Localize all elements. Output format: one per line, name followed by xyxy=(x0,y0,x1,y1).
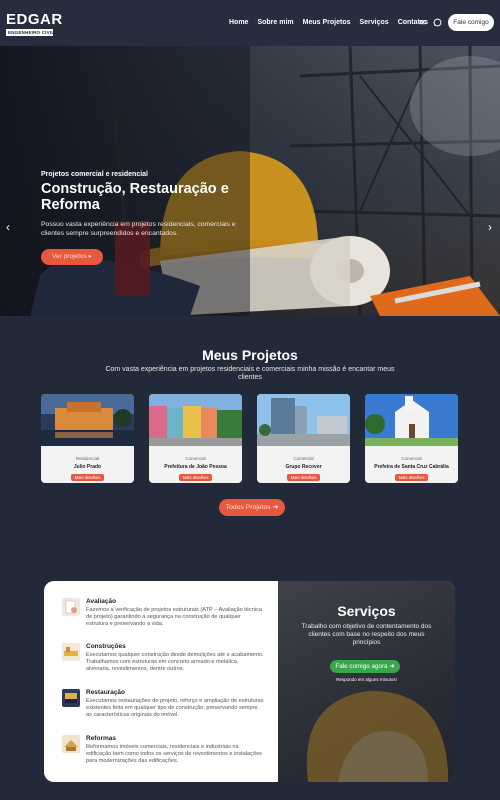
evaluation-icon xyxy=(62,598,80,616)
project-card[interactable]: Residencial Julio Prado Mais detalhes xyxy=(41,394,134,483)
services-description: Trabalho com objetivo de contentamento d… xyxy=(301,623,432,646)
service-description: Fazemos a verificação de projetos estrut… xyxy=(86,607,262,627)
all-projects-button[interactable]: Todos Projetos ➜ xyxy=(219,499,285,516)
main-menu: Home Sobre mim Meus Projetos Serviços Co… xyxy=(229,19,428,26)
restoration-icon xyxy=(62,689,80,707)
project-image xyxy=(257,394,350,446)
hero-title: Construção, Restauração e Reforma xyxy=(41,181,229,213)
project-card[interactable]: Comercial Prefeira de Santa Cruz Cabráli… xyxy=(365,394,458,483)
project-category: Residencial xyxy=(75,456,100,461)
service-description: Executamos qualquer construção desde dem… xyxy=(86,652,264,672)
service-title: Reformas xyxy=(86,735,116,742)
project-image xyxy=(365,394,458,446)
menu-item-servicos[interactable]: Serviços xyxy=(360,19,389,26)
project-category: Comercial xyxy=(185,456,206,461)
whatsapp-icon[interactable] xyxy=(433,18,442,27)
contact-button[interactable]: Fale comigo xyxy=(448,14,494,31)
service-description: Reformamos imóveis comerciais, residenci… xyxy=(86,744,262,764)
logo-subtitle: ENGENHEIRO CIVIL xyxy=(6,29,55,36)
service-description: Executamos restaurações de projeto, refo… xyxy=(86,698,264,718)
logo-name: EDGAR xyxy=(6,11,63,28)
project-name: Prefeira de Santa Cruz Cabrália xyxy=(374,464,449,470)
project-category: Comercial xyxy=(293,456,314,461)
services-cta-panel: Serviços Trabalho com objetivo de conten… xyxy=(278,581,455,782)
project-image xyxy=(149,394,242,446)
project-details-button[interactable]: Mais detalhes xyxy=(179,474,212,481)
hero-description: Possuo vasta experiência em projetos res… xyxy=(41,221,236,237)
view-projects-button[interactable]: Ver projetos ▸ xyxy=(41,249,103,265)
services-panel: Avaliação Fazemos a verificação de proje… xyxy=(44,581,455,782)
mail-icon[interactable]: ✉ xyxy=(418,18,427,27)
prev-slide-icon[interactable]: ‹ xyxy=(6,220,10,234)
project-card[interactable]: Comercial Grupo Recover Mais detalhes xyxy=(257,394,350,483)
project-details-button[interactable]: Mais detalhes xyxy=(71,474,104,481)
project-details-button[interactable]: Mais detalhes xyxy=(287,474,320,481)
menu-item-sobre-mim[interactable]: Sobre mim xyxy=(257,19,293,26)
project-name: Julio Prado xyxy=(73,464,102,470)
construction-icon xyxy=(62,643,80,661)
projects-title: Meus Projetos xyxy=(202,347,298,363)
hero-kicker: Projetos comercial e residencial xyxy=(41,171,148,178)
service-title: Construções xyxy=(86,643,126,650)
menu-item-meus-projetos[interactable]: Meus Projetos xyxy=(303,19,351,26)
project-details-button[interactable]: Mais detalhes xyxy=(395,474,428,481)
hero-banner: Projetos comercial e residencial Constru… xyxy=(0,46,500,316)
menu-item-home[interactable]: Home xyxy=(229,19,248,26)
project-name: Prefeitura de João Pessoa xyxy=(164,464,227,470)
project-name: Grupo Recover xyxy=(285,464,322,470)
logo[interactable]: EDGAR ENGENHEIRO CIVIL xyxy=(6,11,63,36)
service-title: Avaliação xyxy=(86,598,117,605)
whatsapp-contact-button[interactable]: Fale comigo agora ➜ xyxy=(330,660,400,673)
services-title: Serviços xyxy=(337,603,396,619)
renovation-icon xyxy=(62,735,80,753)
response-note: Respondo em alguns minutos! xyxy=(336,677,397,682)
project-image xyxy=(41,394,134,446)
next-slide-icon[interactable]: › xyxy=(488,220,492,234)
service-title: Restauração xyxy=(86,689,126,696)
top-navbar: EDGAR ENGENHEIRO CIVIL Home Sobre mim Me… xyxy=(0,0,500,46)
project-card[interactable]: Comercial Prefeitura de João Pessoa Mais… xyxy=(149,394,242,483)
projects-subtitle: Com vasta experiência em projetos reside… xyxy=(105,366,395,381)
project-category: Comercial xyxy=(401,456,422,461)
